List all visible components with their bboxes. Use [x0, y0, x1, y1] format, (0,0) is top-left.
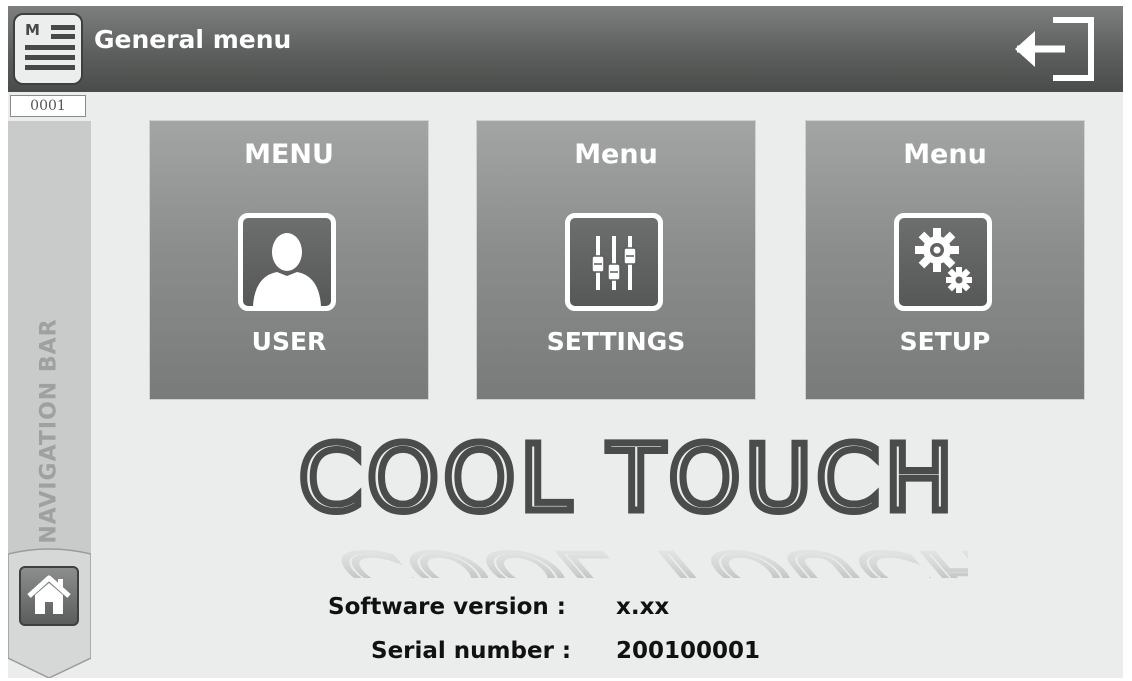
header-bar: M General menu: [8, 6, 1123, 92]
menu-icon-line: [51, 25, 75, 30]
tile-label: USER: [251, 327, 327, 356]
home-icon: [27, 575, 71, 614]
tile-icon-frame: [565, 213, 663, 311]
serial-number-label: Serial number :: [371, 638, 572, 664]
setup-menu-tile[interactable]: Menu SETUP: [805, 120, 1085, 400]
sliders-icon: [591, 236, 637, 290]
serial-number-value: 200100001: [616, 638, 761, 664]
page-title: General menu: [94, 25, 292, 54]
settings-menu-tile[interactable]: Menu SETTINGS: [476, 120, 756, 400]
software-version-label: Software version :: [328, 594, 566, 620]
exit-icon: [1015, 17, 1094, 81]
software-version-value: x.xx: [616, 594, 670, 620]
tile-icon-frame: [894, 213, 992, 311]
navigation-bar[interactable]: NAVIGATION BAR: [8, 121, 91, 553]
tile-title: MENU: [244, 139, 334, 170]
menu-list-icon[interactable]: M: [13, 13, 83, 85]
screen: M General menu 0001 NAVIGATION BAR MENU …: [8, 6, 1123, 678]
navigation-bar-label: NAVIGATION BAR: [36, 318, 62, 544]
tile-title: Menu: [574, 139, 658, 170]
home-panel: [8, 546, 91, 678]
exit-button[interactable]: [1013, 16, 1099, 82]
tile-label: SETTINGS: [546, 327, 686, 356]
tile-label: SETUP: [899, 327, 991, 356]
cool-touch-logo: COOL TOUCH COOL TOUCH: [295, 428, 968, 578]
user-menu-tile[interactable]: MENU USER: [149, 120, 429, 400]
menu-icon-line: [25, 65, 75, 70]
user-icon: [253, 233, 321, 306]
logo-reflection: COOL TOUCH: [319, 540, 968, 578]
counter-field: 0001: [10, 95, 86, 117]
menu-icon-line: [51, 34, 75, 39]
menu-icon-letter: M: [25, 21, 40, 39]
menu-icon-line: [25, 45, 75, 50]
home-button[interactable]: [19, 566, 79, 626]
logo-text: COOL TOUCH: [299, 428, 958, 532]
tile-icon-frame: [238, 213, 336, 311]
gears-icon: [915, 228, 972, 293]
menu-icon-line: [25, 55, 75, 60]
tile-title: Menu: [903, 139, 987, 170]
